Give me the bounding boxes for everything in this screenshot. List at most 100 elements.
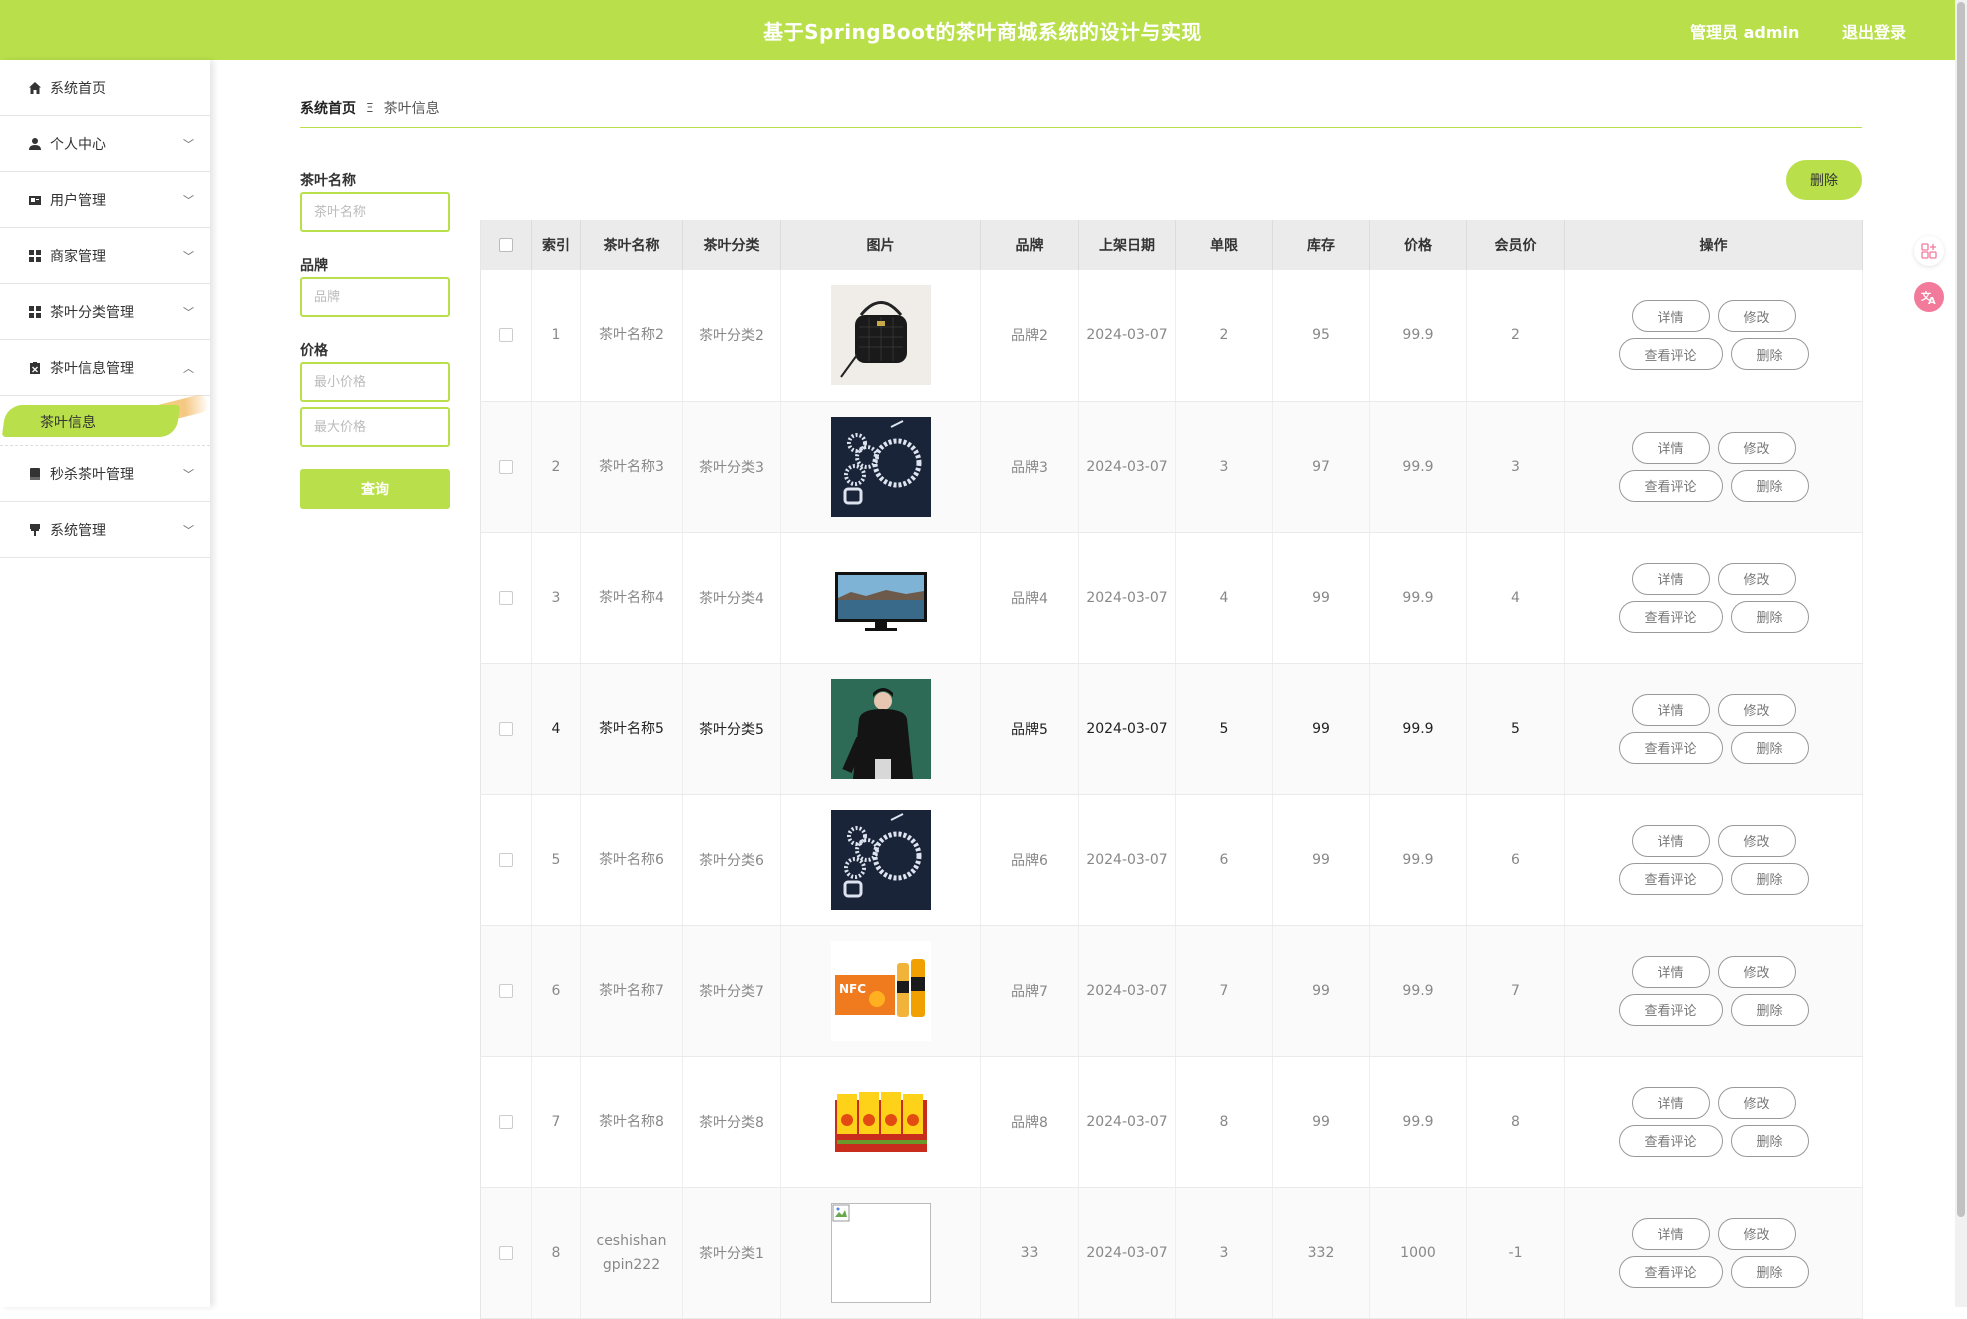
product-image[interactable] [830, 809, 931, 910]
table-row: 7 茶叶名称8 茶叶分类8 品牌8 2024-03-07 8 99 99.9 8 详情 修改 查看评论… [480, 1056, 1863, 1188]
view-comments-button[interactable]: 查看评论 [1618, 731, 1723, 764]
view-comments-button[interactable]: 查看评论 [1618, 1255, 1723, 1288]
detail-button[interactable]: 详情 [1631, 562, 1710, 595]
cell-member-price: 3 [1466, 401, 1565, 533]
product-image[interactable] [830, 678, 931, 779]
row-checkbox-cell[interactable] [480, 270, 532, 402]
cell-index: 6 [531, 925, 581, 1057]
edit-button[interactable]: 修改 [1717, 1217, 1796, 1250]
detail-button[interactable]: 详情 [1631, 693, 1710, 726]
delete-button[interactable]: 删除 [1730, 993, 1809, 1026]
sidebar-item-home[interactable]: 系统首页 [0, 60, 210, 116]
edit-button[interactable]: 修改 [1717, 562, 1796, 595]
sidebar-item-users[interactable]: 用户管理 ﹀ [0, 172, 210, 228]
view-comments-button[interactable]: 查看评论 [1618, 1124, 1723, 1157]
row-checkbox[interactable] [499, 852, 513, 867]
product-image[interactable] [830, 1071, 931, 1172]
row-checkbox[interactable] [499, 1245, 513, 1260]
row-checkbox-cell[interactable] [480, 1056, 532, 1188]
logout-button[interactable]: 退出登录 [1842, 19, 1906, 43]
row-checkbox-cell[interactable] [480, 925, 532, 1057]
delete-button[interactable]: 删除 [1730, 862, 1809, 895]
delete-button[interactable]: 删除 [1730, 469, 1809, 502]
sidebar-item-merchants[interactable]: 商家管理 ﹀ [0, 228, 210, 284]
sidebar-subitem-label[interactable]: 茶叶信息 [40, 412, 96, 432]
sidebar-item-tea-info[interactable]: 茶叶信息管理 ︿ [0, 340, 210, 396]
delete-button[interactable]: 删除 [1730, 600, 1809, 633]
view-comments-button[interactable]: 查看评论 [1618, 993, 1723, 1026]
row-checkbox[interactable] [499, 1114, 513, 1129]
product-image[interactable] [830, 1202, 931, 1303]
detail-button[interactable]: 详情 [1631, 1217, 1710, 1250]
cell-category: 茶叶分类2 [682, 270, 781, 402]
edit-button[interactable]: 修改 [1717, 824, 1796, 857]
col-header: 索引 [531, 220, 581, 270]
edit-button[interactable]: 修改 [1717, 1086, 1796, 1119]
chevron-down-icon: ﹀ [183, 524, 194, 537]
col-header: 茶叶分类 [682, 220, 781, 270]
view-comments-button[interactable]: 查看评论 [1618, 338, 1723, 371]
cell-member-price: 4 [1466, 532, 1565, 664]
query-button[interactable]: 查询 [300, 469, 450, 509]
row-checkbox-cell[interactable] [480, 794, 532, 926]
brand-search-input[interactable] [300, 277, 450, 317]
sidebar-item-tea-category[interactable]: 茶叶分类管理 ﹀ [0, 284, 210, 340]
cell-index: 1 [531, 270, 581, 402]
view-comments-button[interactable]: 查看评论 [1618, 600, 1723, 633]
edit-button[interactable]: 修改 [1717, 431, 1796, 464]
sidebar-item-system[interactable]: 系统管理 ﹀ [0, 502, 210, 558]
sidebar-subitem-tea-info[interactable]: 茶叶信息 [0, 393, 210, 446]
chevron-down-icon: ﹀ [183, 468, 194, 481]
row-checkbox-cell[interactable] [480, 1187, 532, 1319]
cell-index: 7 [531, 1056, 581, 1188]
sidebar-item-personal[interactable]: 个人中心 ﹀ [0, 116, 210, 172]
apps-float-icon[interactable] [1914, 236, 1944, 266]
name-search-input[interactable] [300, 192, 450, 232]
delete-button[interactable]: 删除 [1730, 731, 1809, 764]
max-price-input[interactable] [300, 407, 450, 447]
page-scrollbar[interactable] [1955, 0, 1967, 1307]
product-image[interactable] [830, 285, 931, 386]
breadcrumb-current: 茶叶信息 [383, 101, 440, 117]
row-checkbox[interactable] [499, 983, 513, 998]
sidebar-item-label: 茶叶信息管理 [50, 360, 134, 377]
row-checkbox[interactable] [499, 721, 513, 736]
select-all-checkbox-cell[interactable] [480, 220, 532, 270]
row-checkbox[interactable] [499, 459, 513, 474]
row-checkbox[interactable] [499, 590, 513, 605]
edit-button[interactable]: 修改 [1717, 955, 1796, 988]
row-checkbox-cell[interactable] [480, 401, 532, 533]
svg-text:NFC: NFC [839, 982, 866, 996]
detail-button[interactable]: 详情 [1631, 431, 1710, 464]
delete-button[interactable]: 删除 [1730, 1124, 1809, 1157]
min-price-input[interactable] [300, 362, 450, 402]
breadcrumb-home[interactable]: 系统首页 [300, 98, 356, 118]
detail-button[interactable]: 详情 [1631, 955, 1710, 988]
delete-button[interactable]: 删除 [1730, 338, 1809, 371]
detail-button[interactable]: 详情 [1631, 824, 1710, 857]
sidebar-item-label: 秒杀茶叶管理 [50, 466, 134, 483]
product-image[interactable] [830, 416, 931, 517]
row-checkbox[interactable] [499, 328, 513, 343]
translate-float-icon[interactable]: 文A [1914, 282, 1944, 312]
cell-limit: 6 [1175, 794, 1273, 926]
delete-button[interactable]: 删除 [1730, 1255, 1809, 1288]
batch-delete-button[interactable]: 删除 [1786, 160, 1862, 200]
table-row: 3 茶叶名称4 茶叶分类4 品牌4 2024-03-07 4 99 99.9 4 详情 修改 查看评论… [480, 532, 1863, 664]
row-checkbox-cell[interactable] [480, 532, 532, 664]
chevron-down-icon: ﹀ [183, 194, 194, 207]
product-image[interactable] [830, 547, 931, 648]
edit-button[interactable]: 修改 [1717, 693, 1796, 726]
product-image[interactable]: NFC [830, 940, 931, 1041]
sidebar-item-flash-sale[interactable]: 秒杀茶叶管理 ﹀ [0, 446, 210, 502]
detail-button[interactable]: 详情 [1631, 1086, 1710, 1119]
scrollbar-thumb[interactable] [1957, 2, 1965, 1217]
edit-button[interactable]: 修改 [1717, 300, 1796, 333]
view-comments-button[interactable]: 查看评论 [1618, 862, 1723, 895]
detail-button[interactable]: 详情 [1631, 300, 1710, 333]
table-row: 4 茶叶名称5 茶叶分类5 品牌5 2024-03-07 5 99 99.9 5 详情 修改 查看评论… [480, 663, 1863, 795]
row-checkbox-cell[interactable] [480, 663, 532, 795]
col-header: 图片 [780, 220, 981, 270]
view-comments-button[interactable]: 查看评论 [1618, 469, 1723, 502]
select-all-checkbox[interactable] [499, 238, 513, 252]
